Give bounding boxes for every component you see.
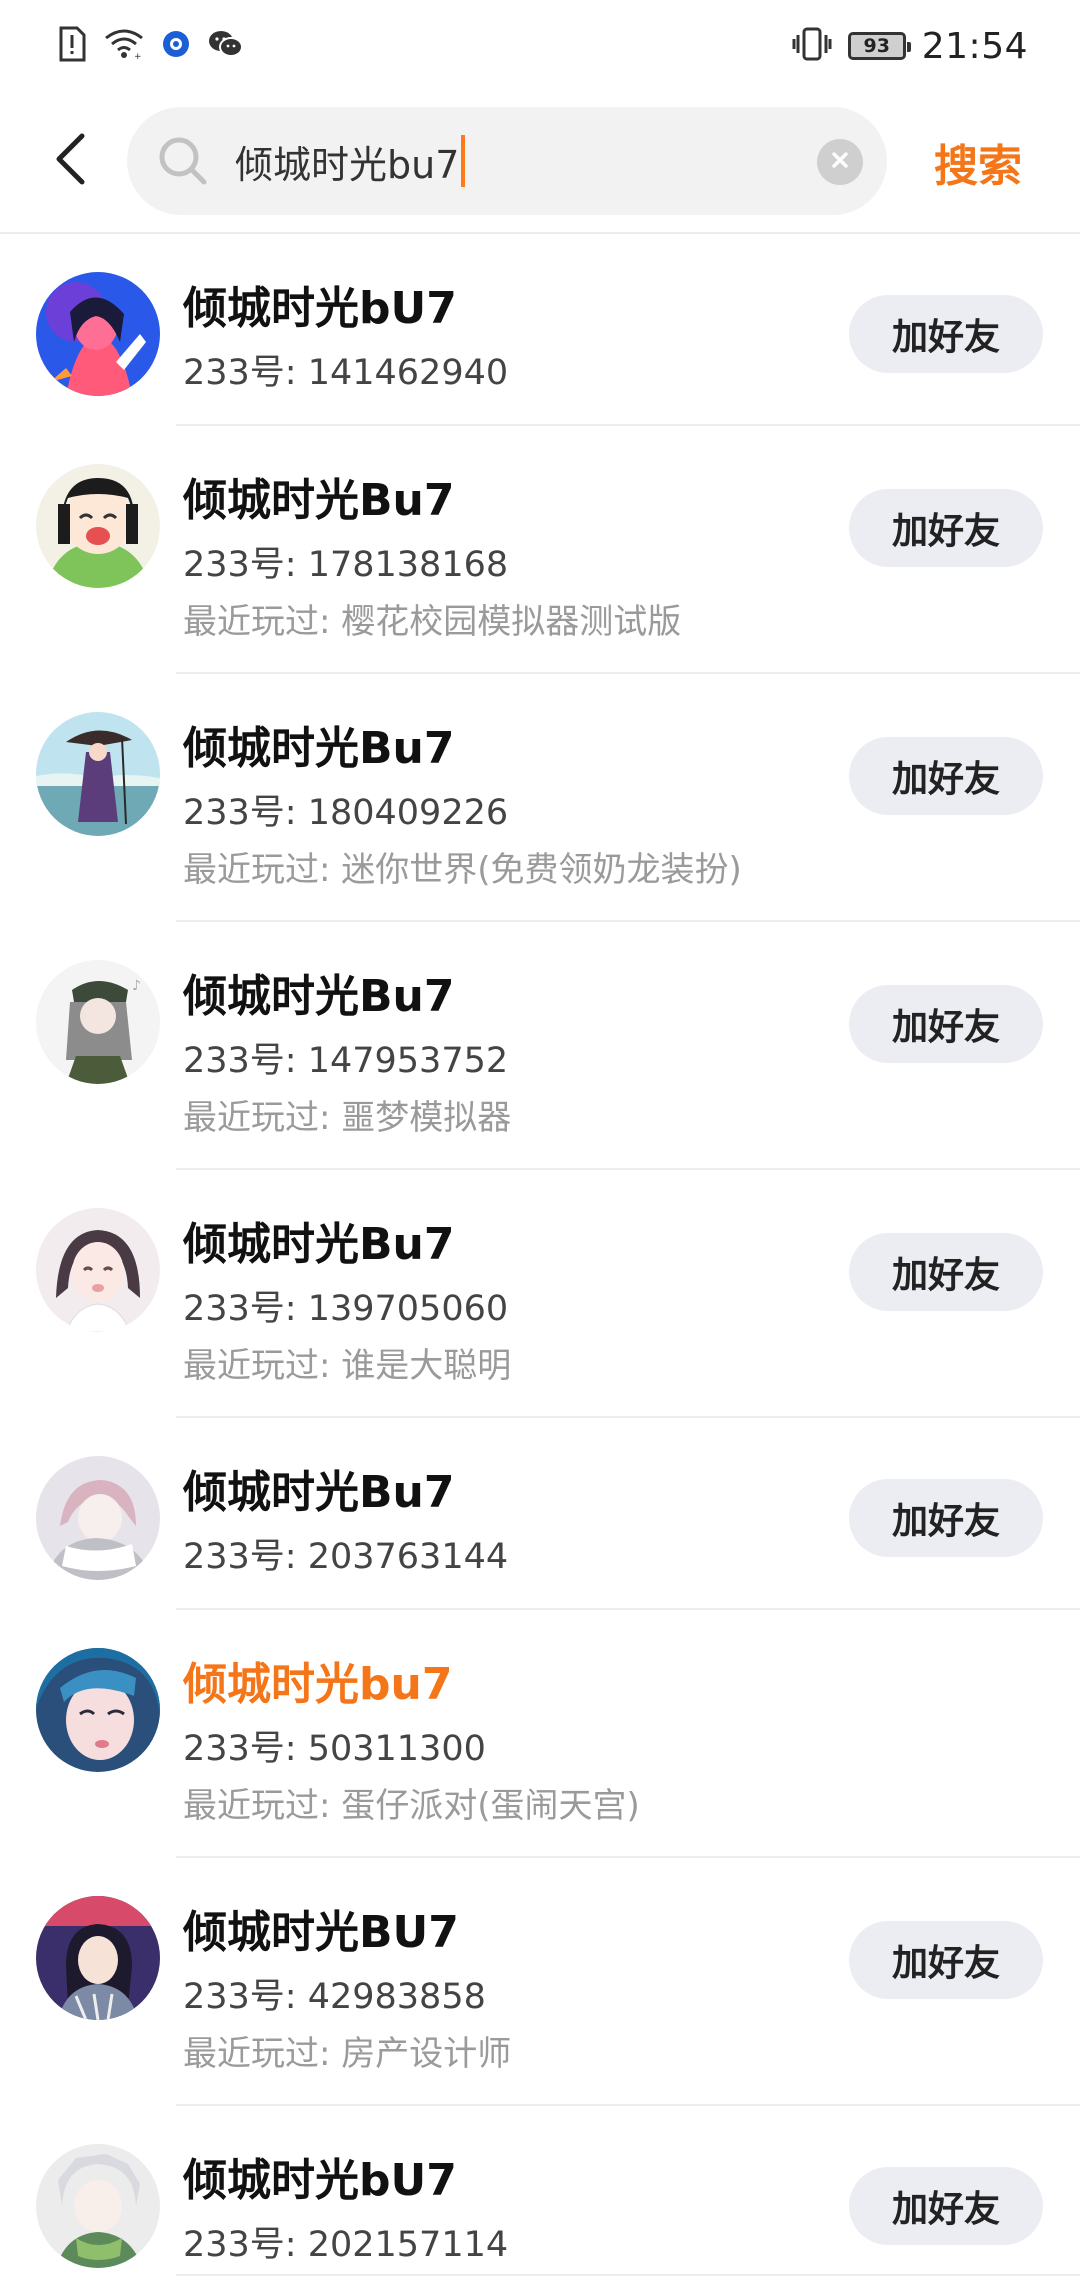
wifi-icon: + (104, 28, 144, 64)
sim-alert-icon (58, 26, 86, 66)
battery-icon: 93 (847, 32, 911, 60)
avatar[interactable] (36, 712, 160, 836)
avatar[interactable] (36, 1648, 160, 1772)
list-item[interactable]: 倾城时光bU7 233号: 202157114 加好友 (0, 2106, 1080, 2276)
back-arrow-icon (54, 133, 86, 189)
search-input[interactable]: 倾城时光bu7 (127, 107, 887, 215)
nickname: 倾城时光Bu7 (183, 1467, 455, 1518)
list-item[interactable]: 倾城时光Bu7 233号: 203763144 加好友 (0, 1418, 1080, 1610)
svg-text:♪: ♪ (132, 978, 141, 994)
search-button[interactable]: 搜索 (934, 130, 1022, 194)
user-id: 233号: 42983858 (183, 1977, 486, 2017)
avatar[interactable] (36, 272, 160, 396)
list-item[interactable]: 倾城时光Bu7 233号: 139705060 最近玩过: 谁是大聪明 加好友 (0, 1170, 1080, 1418)
list-item[interactable]: 倾城时光BU7 233号: 42983858 最近玩过: 房产设计师 加好友 (0, 1858, 1080, 2106)
list-item[interactable]: 倾城时光bu7 233号: 50311300 最近玩过: 蛋仔派对(蛋闹天宫) (0, 1610, 1080, 1858)
back-button[interactable] (40, 128, 100, 194)
avatar[interactable] (36, 464, 160, 588)
user-id: 233号: 180409226 (183, 793, 509, 833)
add-friend-button[interactable]: 加好友 (849, 295, 1043, 373)
avatar[interactable] (36, 1456, 160, 1580)
recently-played: 最近玩过: 噩梦模拟器 (183, 1098, 512, 1138)
nickname: 倾城时光Bu7 (183, 723, 455, 774)
user-id: 233号: 203763144 (183, 1537, 509, 1577)
wechat-icon (208, 29, 244, 63)
list-item[interactable]: ♪ 倾城时光Bu7 233号: 147953752 最近玩过: 噩梦模拟器 加好… (0, 922, 1080, 1170)
user-id: 233号: 141462940 (183, 353, 509, 393)
battery-level: 93 (863, 35, 890, 57)
recently-played: 最近玩过: 樱花校园模拟器测试版 (183, 602, 682, 642)
nickname: 倾城时光bU7 (183, 283, 457, 334)
clear-icon (829, 149, 851, 175)
recently-played: 最近玩过: 迷你世界(免费领奶龙装扮) (183, 850, 742, 890)
search-result-list: 倾城时光bU7 233号: 141462940 加好友 倾城时光Bu7 233号… (0, 234, 1080, 2276)
search-icon (157, 135, 209, 187)
list-item[interactable]: 倾城时光Bu7 233号: 180409226 最近玩过: 迷你世界(免费领奶龙… (0, 674, 1080, 922)
add-friend-button[interactable]: 加好友 (849, 1233, 1043, 1311)
recently-played: 最近玩过: 蛋仔派对(蛋闹天宫) (183, 1786, 640, 1826)
add-friend-button[interactable]: 加好友 (849, 985, 1043, 1063)
add-friend-button[interactable]: 加好友 (849, 1921, 1043, 1999)
user-id: 233号: 202157114 (183, 2225, 509, 2265)
search-header: 倾城时光bu7 搜索 (0, 92, 1080, 234)
nickname: 倾城时光Bu7 (183, 1219, 455, 1270)
text-cursor (461, 135, 466, 187)
clock: 21:54 (921, 25, 1028, 67)
nickname: 倾城时光Bu7 (183, 971, 455, 1022)
recently-played: 最近玩过: 谁是大聪明 (183, 1346, 512, 1386)
search-query: 倾城时光bu7 (235, 142, 460, 187)
user-id: 233号: 178138168 (183, 545, 509, 585)
add-friend-button[interactable]: 加好友 (849, 1479, 1043, 1557)
user-id: 233号: 139705060 (183, 1289, 509, 1329)
app-notification-icon (162, 30, 190, 62)
user-id: 233号: 50311300 (183, 1729, 486, 1769)
nickname: 倾城时光bu7 (183, 1659, 453, 1710)
add-friend-button[interactable]: 加好友 (849, 2167, 1043, 2245)
vibrate-icon (792, 27, 832, 65)
search-query-text: 倾城时光bu7 (235, 133, 466, 189)
nickname: 倾城时光bU7 (183, 2155, 457, 2206)
add-friend-button[interactable]: 加好友 (849, 489, 1043, 567)
list-item[interactable]: 倾城时光Bu7 233号: 178138168 最近玩过: 樱花校园模拟器测试版… (0, 426, 1080, 674)
nickname: 倾城时光BU7 (183, 1907, 459, 1958)
status-icons-left: + (58, 22, 244, 70)
user-id: 233号: 147953752 (183, 1041, 509, 1081)
nickname: 倾城时光Bu7 (183, 475, 455, 526)
avatar[interactable] (36, 2144, 160, 2268)
svg-text:+: + (134, 52, 142, 60)
clear-button[interactable] (817, 139, 863, 185)
status-icons-right: 93 21:54 (792, 22, 1028, 70)
status-bar: + 93 21:54 (0, 0, 1080, 92)
avatar[interactable] (36, 1896, 160, 2020)
recently-played: 最近玩过: 房产设计师 (183, 2034, 512, 2074)
avatar[interactable]: ♪ (36, 960, 160, 1084)
avatar[interactable] (36, 1208, 160, 1332)
add-friend-button[interactable]: 加好友 (849, 737, 1043, 815)
list-item[interactable]: 倾城时光bU7 233号: 141462940 加好友 (0, 234, 1080, 426)
